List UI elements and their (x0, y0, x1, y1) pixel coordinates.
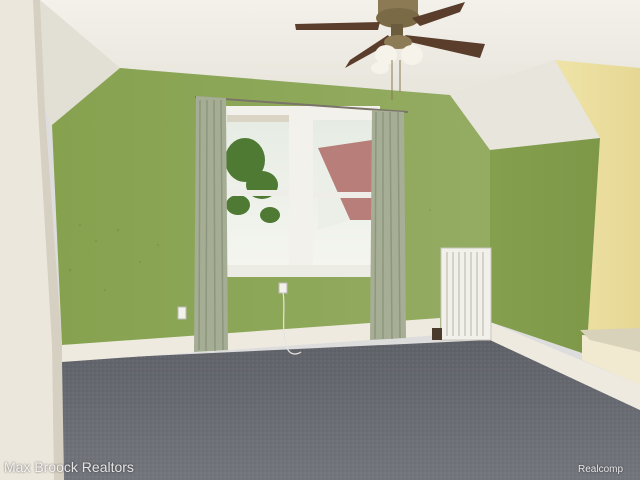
radiator (432, 247, 492, 341)
curtain-right (370, 110, 406, 340)
wall-outlet (177, 306, 187, 320)
watermark-brokerage: Max Broock Realtors (4, 459, 134, 475)
window (220, 106, 384, 277)
curtain-left (194, 96, 228, 352)
right-wall (490, 138, 600, 355)
watermark-mls: Realcomp (578, 464, 624, 475)
room-photo: Max Broock Realtors Realcomp (0, 0, 640, 480)
wall-outlet-2 (278, 282, 288, 294)
room-illustration (0, 0, 640, 480)
